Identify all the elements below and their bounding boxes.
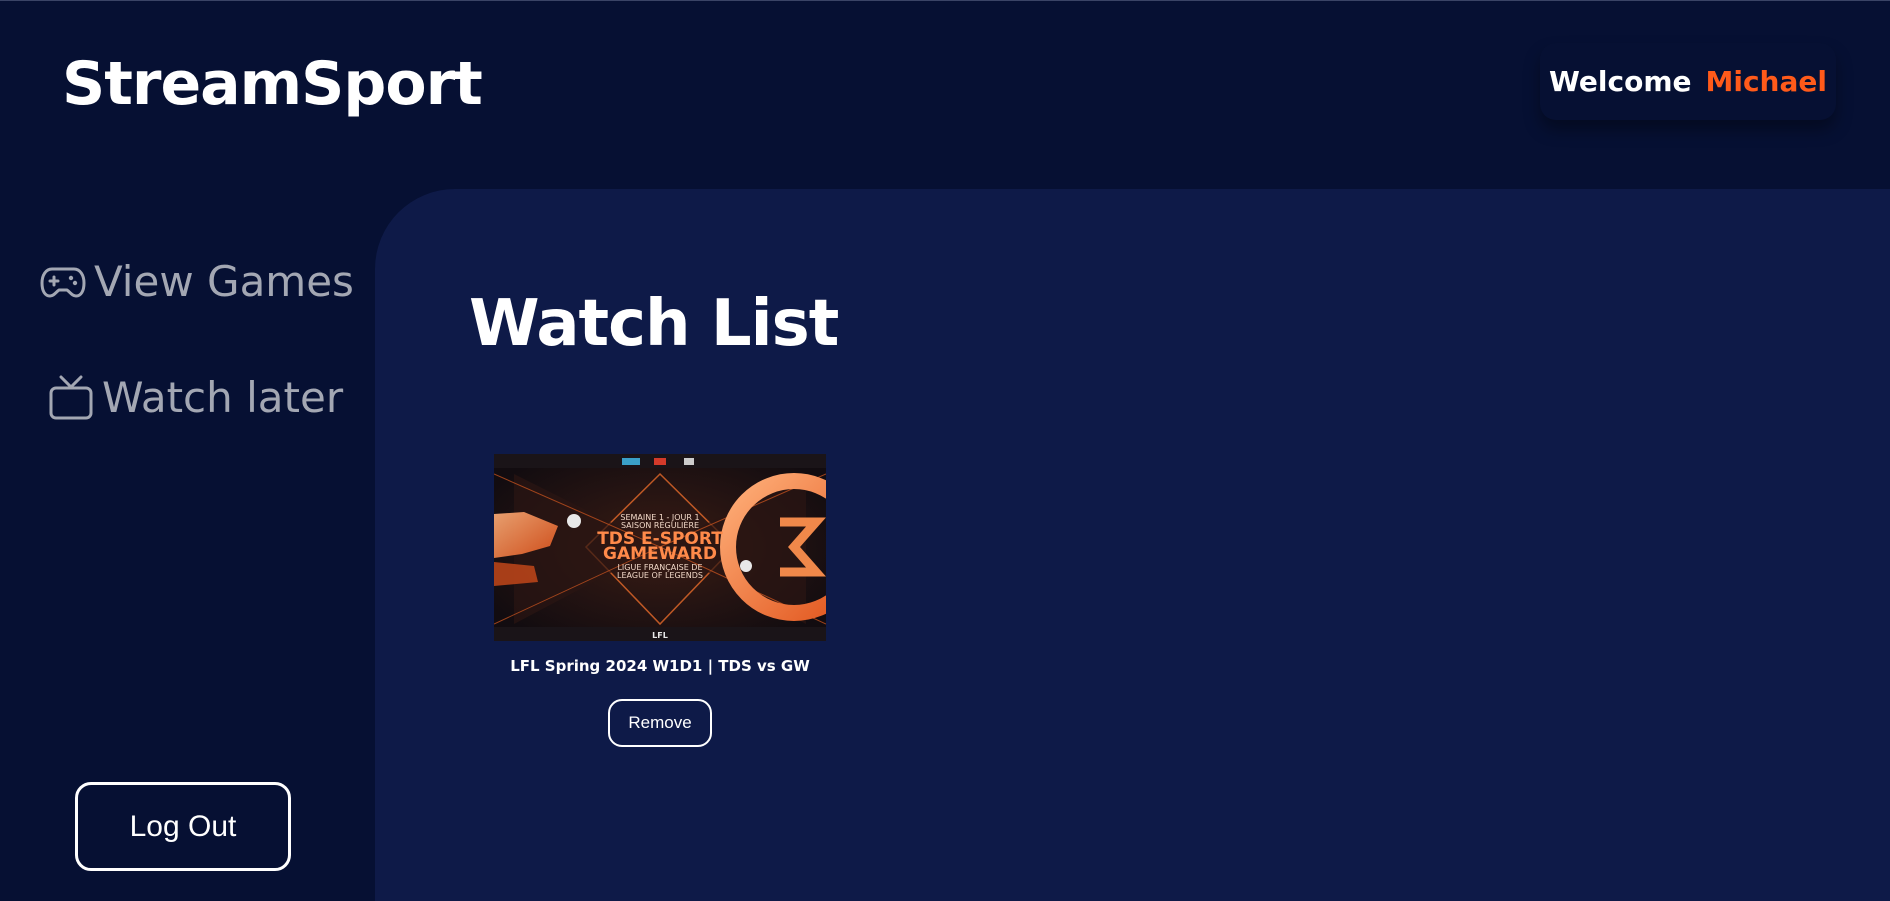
user-name: Michael bbox=[1705, 65, 1827, 98]
welcome-badge: Welcome Michael bbox=[1540, 43, 1836, 120]
video-thumbnail[interactable]: SEMAINE 1 - JOUR 1 SAISON RÉGULIÈRE TDS … bbox=[494, 454, 826, 641]
remove-button[interactable]: Remove bbox=[608, 699, 712, 747]
page-title: Watch List bbox=[469, 287, 839, 361]
brand-logo[interactable]: StreamSport bbox=[62, 49, 483, 119]
tv-icon bbox=[48, 374, 94, 422]
svg-text:GAMEWARD: GAMEWARD bbox=[603, 544, 717, 564]
watchlist-card: SEMAINE 1 - JOUR 1 SAISON RÉGULIÈRE TDS … bbox=[494, 454, 826, 747]
welcome-label: Welcome bbox=[1549, 65, 1692, 98]
svg-text:LEAGUE OF LEGENDS: LEAGUE OF LEGENDS bbox=[617, 571, 703, 580]
gamepad-icon bbox=[40, 265, 86, 299]
svg-text:LFL: LFL bbox=[652, 631, 668, 640]
sidebar-item-watch-later[interactable]: Watch later bbox=[48, 373, 343, 422]
sidebar-item-label: Watch later bbox=[102, 373, 344, 422]
video-title: LFL Spring 2024 W1D1 | TDS vs GW bbox=[510, 657, 810, 675]
sidebar-item-label: View Games bbox=[94, 257, 354, 306]
logout-button[interactable]: Log Out bbox=[75, 782, 291, 871]
app-window: StreamSport Welcome Michael View Games W… bbox=[0, 0, 1890, 901]
main-panel: Watch List SEMAINE 1 - JOUR 1 SAISON RÉG… bbox=[375, 189, 1890, 901]
sidebar-item-view-games[interactable]: View Games bbox=[40, 257, 354, 306]
